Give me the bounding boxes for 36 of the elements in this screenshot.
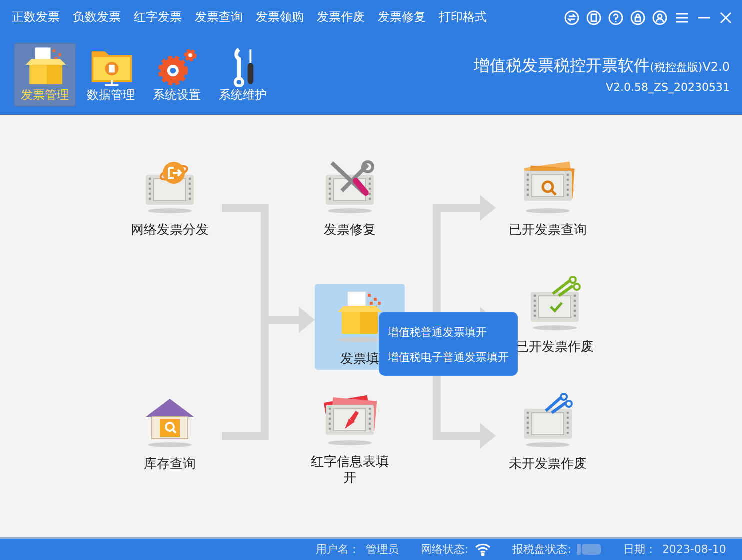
function-button[interactable]: 已开发票查询: [503, 155, 593, 241]
disk-label: 报税盘状态:: [512, 542, 572, 557]
document-icon[interactable]: [586, 10, 602, 26]
network-label: 网络状态:: [421, 542, 469, 557]
app-title: 增值税发票税控开票软件: [474, 56, 650, 76]
help-icon[interactable]: [608, 10, 624, 26]
menu-item[interactable]: 发票作废: [313, 7, 369, 28]
toolbar-button[interactable]: 系统维护: [212, 42, 274, 106]
toolbar-button[interactable]: 发票管理: [14, 42, 76, 106]
function-button[interactable]: 发票修复: [305, 155, 395, 241]
function-button[interactable]: 网络发票分发: [125, 155, 215, 241]
toolbar-button[interactable]: 系统设置: [146, 42, 208, 106]
date-label: 日期：: [623, 542, 656, 557]
menu-item[interactable]: 负数发票: [69, 7, 125, 28]
build-version: V2.0.58_ZS_20230531: [606, 80, 730, 94]
user-name: 管理员: [366, 542, 399, 557]
menu-item[interactable]: 打印格式: [435, 7, 491, 28]
version-label: V2.0: [702, 60, 730, 74]
function-button[interactable]: 库存查询: [125, 389, 215, 475]
menu-item[interactable]: 正数发票: [8, 7, 64, 28]
function-button[interactable]: 红字信息表填开: [305, 387, 395, 487]
menu-item[interactable]: 发票修复: [374, 7, 430, 28]
close-icon[interactable]: [718, 10, 734, 26]
user-icon[interactable]: [652, 10, 668, 26]
function-button[interactable]: 未开发票作废: [503, 389, 593, 475]
toolbar-button[interactable]: 数据管理: [80, 42, 142, 106]
user-label: 用户名：: [316, 542, 360, 557]
menu-item[interactable]: 发票查询: [191, 7, 247, 28]
lock-icon[interactable]: [630, 10, 646, 26]
menu-item[interactable]: 发票领购: [252, 7, 308, 28]
date-value: 2023-08-10: [662, 543, 726, 556]
connector-arrow: [433, 195, 496, 221]
swap-icon[interactable]: [564, 10, 580, 26]
connector-arrow: [433, 423, 496, 449]
edition-label: (税控盘版): [650, 60, 703, 74]
menu-item[interactable]: 红字发票: [130, 7, 186, 28]
